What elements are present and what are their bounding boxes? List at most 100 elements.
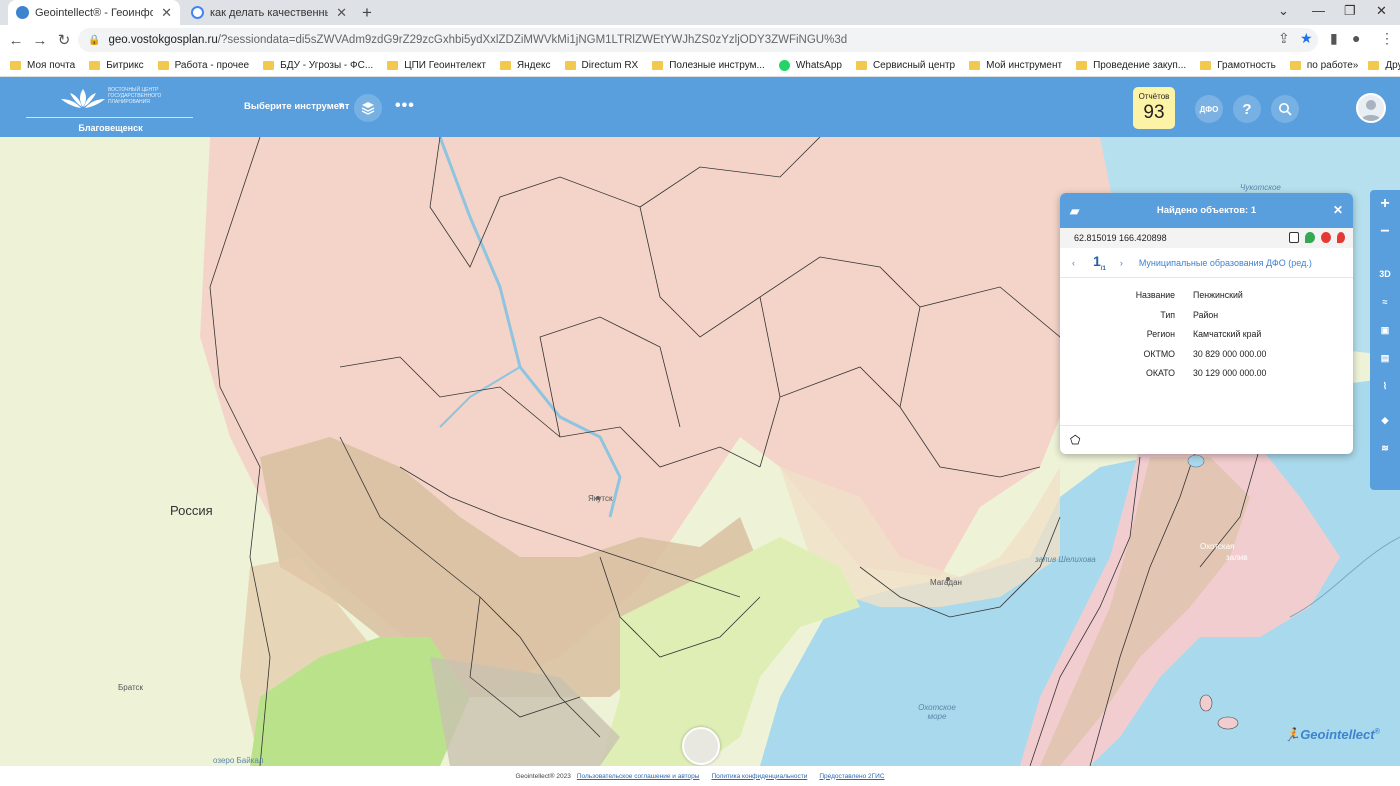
- zoom-out-button[interactable]: −: [1370, 218, 1400, 246]
- layers-button[interactable]: [354, 94, 382, 122]
- back-button[interactable]: ←: [4, 32, 28, 49]
- bookmark-item[interactable]: Directum RX: [564, 60, 639, 71]
- property-row: ОКТМО 30 829 000 000.00: [1060, 349, 1353, 369]
- next-result-button[interactable]: ›: [1120, 258, 1123, 268]
- bookmark-item[interactable]: Мой инструмент: [969, 60, 1062, 71]
- graduation-cap-icon: ▰: [1070, 204, 1080, 218]
- chart-line-icon[interactable]: ⌇: [1370, 372, 1400, 400]
- bookmarks-more-label: »: [1352, 60, 1359, 71]
- close-popup-button[interactable]: ✕: [1333, 203, 1343, 217]
- reload-button[interactable]: ↻: [52, 31, 76, 49]
- property-value: Камчатский край: [1193, 329, 1262, 339]
- close-icon[interactable]: ✕: [336, 5, 347, 21]
- bookmark-item[interactable]: WhatsApp: [778, 60, 842, 71]
- folder-icon: [10, 61, 21, 70]
- bookmark-label: Directum RX: [581, 60, 639, 71]
- url-field[interactable]: 🔒 geo.vostokgosplan.ru /?sessiondata=di5…: [78, 28, 1318, 52]
- bookmark-label: Сервисный центр: [872, 60, 956, 71]
- geointellect-brand: 🏃Geointellect®: [1284, 727, 1380, 742]
- share-icon[interactable]: ⇪: [1278, 30, 1290, 47]
- google-maps-icon[interactable]: [1305, 232, 1315, 243]
- 2gis-link[interactable]: Предоставлено 2ГИС: [819, 773, 884, 780]
- bookmarks-more-button[interactable]: »: [1353, 60, 1359, 71]
- folder-icon: [1200, 61, 1212, 70]
- bookmark-item[interactable]: ЦПИ Геоинтелект: [387, 60, 486, 71]
- browser-tab-google[interactable]: как делать качественные сним ✕: [183, 0, 355, 25]
- app-header: ВОСТОЧНЫЙ ЦЕНТР ГОСУДАРСТВЕННОГО ПЛАНИРО…: [0, 77, 1400, 137]
- bookmark-item[interactable]: БДУ - Угрозы - ФС...: [263, 60, 373, 71]
- restore-button[interactable]: ❐: [1344, 3, 1356, 19]
- bookmark-star-icon[interactable]: ★: [1300, 30, 1313, 47]
- bookmark-label: по работе: [1306, 60, 1353, 71]
- bookmark-label: Яндекс: [516, 60, 551, 71]
- bookmark-label: Работа - прочее: [174, 60, 250, 71]
- close-window-button[interactable]: ✕: [1376, 3, 1387, 19]
- bookmark-item[interactable]: Яндекс: [499, 60, 551, 71]
- sidepanel-icon[interactable]: ▮: [1330, 30, 1338, 47]
- yandex-icon[interactable]: [1321, 232, 1331, 243]
- forward-button[interactable]: →: [28, 32, 52, 49]
- city-label-bratsk: Братск: [118, 683, 144, 692]
- help-button[interactable]: ?: [1233, 95, 1261, 123]
- property-value: Пенжинский: [1193, 290, 1243, 300]
- url-path: /?sessiondata=di5sZWVAdm9zdG9rZ29zcGxhbi…: [217, 34, 848, 46]
- search-button[interactable]: [1271, 95, 1299, 123]
- prev-result-button[interactable]: ‹: [1072, 258, 1075, 268]
- sea-label-okhotsk: Охотское море: [918, 703, 956, 721]
- map-mode-switch[interactable]: [682, 727, 720, 765]
- city-name: Благовещенск: [78, 123, 143, 133]
- tool-select[interactable]: Выберите инструмент: [244, 101, 349, 112]
- user-avatar[interactable]: [1356, 93, 1386, 123]
- sea-label-okhotsk-2: Охотская: [1200, 542, 1235, 551]
- result-pager: ‹ 1/1 › Муниципальные образования ДФО (р…: [1060, 248, 1353, 278]
- chart-area-icon[interactable]: ▤: [1370, 344, 1400, 372]
- 3d-button[interactable]: 3D: [1370, 260, 1400, 288]
- bookmarks-bar: Моя почта Битрикс Работа - прочее БДУ - …: [0, 55, 1400, 77]
- zoom-in-button[interactable]: +: [1370, 190, 1400, 218]
- new-tab-button[interactable]: +: [362, 3, 372, 23]
- browser-tab-geointellect[interactable]: Geointellect® - Геоинформаци ✕: [8, 0, 180, 25]
- property-value: 30 829 000 000.00: [1193, 348, 1267, 359]
- bookmark-item[interactable]: Полезные инструм...: [652, 60, 765, 71]
- terms-link[interactable]: Пользовательское соглашение и авторы: [577, 773, 700, 780]
- help-icon: ?: [1242, 100, 1252, 118]
- other-bookmarks[interactable]: Другие закладки: [1368, 60, 1400, 71]
- map-pin-icon[interactable]: [1337, 232, 1345, 243]
- close-icon[interactable]: ✕: [161, 5, 172, 21]
- bookmark-item[interactable]: Сервисный центр: [855, 60, 956, 71]
- browser-tab-strip: Geointellect® - Геоинформаци ✕ как делат…: [0, 0, 1400, 25]
- wind-icon[interactable]: ≈: [1370, 288, 1400, 316]
- app-logo[interactable]: ВОСТОЧНЫЙ ЦЕНТР ГОСУДАРСТВЕННОГО ПЛАНИРО…: [26, 83, 193, 133]
- minimize-button[interactable]: —: [1312, 3, 1325, 18]
- bookmark-item[interactable]: Битрикс: [89, 60, 144, 71]
- tab-label: Geointellect® - Геоинформаци: [35, 6, 154, 19]
- dfo-button[interactable]: ДФО: [1195, 95, 1223, 123]
- property-row: Тип Район: [1060, 310, 1353, 330]
- layers-icon[interactable]: ≋: [1370, 434, 1400, 462]
- eraser-icon[interactable]: ◆: [1370, 406, 1400, 434]
- bookmark-item[interactable]: по работе: [1289, 60, 1353, 71]
- privacy-link[interactable]: Политика конфиденциальности: [711, 773, 807, 780]
- whatsapp-icon: [778, 60, 790, 71]
- traffic-light-icon[interactable]: ▣: [1370, 316, 1400, 344]
- bookmark-item[interactable]: Моя почта: [10, 60, 75, 71]
- menu-icon[interactable]: ⋮: [1380, 30, 1394, 47]
- layers-icon: [361, 102, 375, 115]
- more-menu-button[interactable]: •••: [395, 97, 415, 115]
- tab-search-icon[interactable]: ⌄: [1278, 3, 1289, 19]
- reports-badge[interactable]: Отчётов 93: [1133, 87, 1175, 129]
- polygon-tool-icon[interactable]: ⬠: [1070, 433, 1080, 447]
- folder-icon: [652, 61, 664, 70]
- bookmark-label: Моя почта: [27, 60, 76, 71]
- folder-icon: [855, 61, 867, 70]
- layer-link[interactable]: Муниципальные образования ДФО (ред.): [1139, 258, 1312, 268]
- bookmark-item[interactable]: Работа - прочее: [157, 60, 250, 71]
- bookmark-label: БДУ - Угрозы - ФС...: [280, 60, 374, 71]
- bookmark-item[interactable]: Проведение закуп...: [1076, 60, 1186, 71]
- bookmark-item[interactable]: Грамотность: [1200, 60, 1276, 71]
- profile-icon[interactable]: ●: [1352, 30, 1360, 46]
- caret-down-icon[interactable]: ▼: [337, 101, 345, 110]
- user-icon: [1361, 100, 1381, 121]
- copy-icon[interactable]: [1289, 232, 1299, 243]
- page-total: /1: [1100, 265, 1106, 272]
